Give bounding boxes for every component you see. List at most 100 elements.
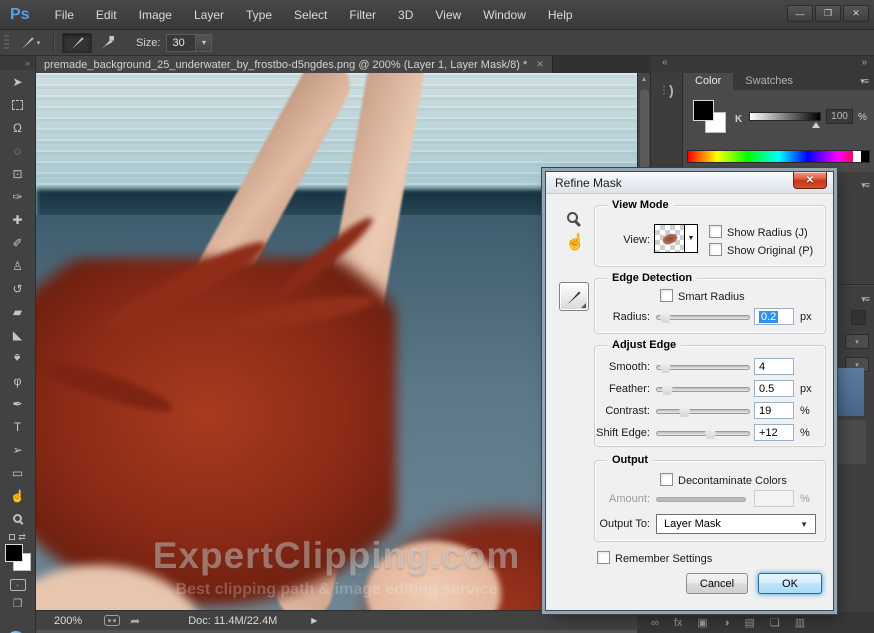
foreground-color-swatch[interactable] [5, 544, 23, 562]
status-flyout-icon[interactable]: ▶ [311, 616, 317, 625]
show-original-label[interactable]: Show Original (P) [727, 245, 813, 257]
delete-layer-icon[interactable]: ▥ [795, 616, 805, 629]
erase-refinements-tool-button[interactable] [92, 33, 122, 53]
clone-stamp-tool[interactable]: ♙ [0, 254, 35, 277]
feather-field[interactable]: 0.5 [754, 380, 794, 397]
brush-preset-picker[interactable]: ▾ [15, 33, 45, 53]
close-button[interactable]: ✕ [843, 5, 869, 22]
selected-layer-row[interactable] [834, 368, 864, 416]
tab-swatches[interactable]: Swatches [733, 73, 805, 90]
menu-item[interactable]: Layer [183, 0, 235, 30]
restore-button[interactable]: ❐ [815, 5, 841, 22]
show-original-checkbox[interactable] [709, 243, 722, 256]
quick-selection-tool[interactable]: ◌ [0, 139, 35, 162]
remember-settings-checkbox[interactable] [597, 551, 610, 564]
cancel-button[interactable]: Cancel [686, 573, 748, 594]
slider-thumb[interactable] [812, 122, 820, 128]
adjustment-layer-icon[interactable]: ◑ [723, 617, 730, 629]
panel-menu-icon[interactable]: ▾≡ [854, 74, 874, 90]
menu-item[interactable]: Window [472, 0, 537, 30]
output-to-dropdown[interactable]: Layer Mask ▼ [656, 514, 816, 534]
eyedropper-tool[interactable]: ✑ [0, 185, 35, 208]
close-icon[interactable]: ✕ [536, 59, 544, 70]
color-spectrum-ramp[interactable] [687, 150, 870, 163]
pen-tool[interactable]: ✒ [0, 392, 35, 415]
menu-item[interactable]: Type [235, 0, 283, 30]
tab-color[interactable]: Color [683, 73, 733, 90]
white-swatch[interactable] [853, 151, 861, 162]
screen-mode-button[interactable]: ❐ [0, 594, 35, 612]
hand-tool-icon[interactable]: ☝ [565, 232, 585, 252]
chevron-down-icon[interactable]: ▾ [196, 34, 212, 52]
show-radius-checkbox[interactable] [709, 225, 722, 238]
new-layer-icon[interactable]: ❏ [770, 616, 780, 629]
link-layers-icon[interactable]: ∞ [651, 617, 659, 629]
panel-button[interactable] [851, 310, 866, 325]
foreground-color-swatch[interactable] [693, 100, 714, 121]
collapse-panels-icon[interactable]: » [861, 57, 867, 68]
decontaminate-colors-checkbox[interactable] [660, 473, 673, 486]
quick-mask-button[interactable]: ◦ [0, 576, 35, 594]
feather-slider[interactable] [656, 387, 750, 392]
decontaminate-colors-label[interactable]: Decontaminate Colors [678, 475, 787, 487]
healing-brush-tool[interactable]: ✚ [0, 208, 35, 231]
view-mode-thumbnail[interactable] [654, 224, 685, 253]
menu-item[interactable]: View [424, 0, 472, 30]
menu-item[interactable]: 3D [387, 0, 424, 30]
dialog-close-button[interactable]: ✕ [793, 172, 827, 189]
add-mask-icon[interactable]: ▣ [697, 616, 707, 629]
swap-colors-control[interactable]: ⇄ [0, 530, 35, 544]
refine-radius-tool-button[interactable] [62, 33, 92, 53]
ok-button[interactable]: OK [758, 573, 822, 594]
minimize-button[interactable]: — [787, 5, 813, 22]
show-radius-label[interactable]: Show Radius (J) [727, 227, 808, 239]
rectangle-tool[interactable]: ▭ [0, 461, 35, 484]
panel-menu-icon[interactable]: ▾≡ [861, 180, 869, 191]
brush-size-value[interactable]: 30 [166, 34, 196, 52]
black-swatch[interactable] [861, 151, 869, 162]
contrast-slider[interactable] [656, 409, 750, 414]
shift-edge-field[interactable]: +12 [754, 424, 794, 441]
k-channel-value[interactable]: 100 [826, 109, 853, 124]
preview-icon[interactable] [104, 615, 120, 626]
panel-menu-icon[interactable]: ▾≡ [861, 294, 869, 305]
marquee-tool[interactable] [0, 93, 35, 116]
tools-collapse-arrow[interactable]: » [0, 56, 35, 70]
smooth-field[interactable]: 4 [754, 358, 794, 375]
menu-item[interactable]: Image [128, 0, 183, 30]
lasso-tool[interactable]: Ω [0, 116, 35, 139]
collapse-panels-icon[interactable]: « [662, 57, 668, 68]
layer-effects-icon[interactable]: fx [674, 617, 683, 629]
layer-group-icon[interactable]: ▤ [744, 616, 754, 629]
zoom-tool-icon[interactable] [567, 212, 578, 223]
radius-field[interactable]: 0.2 [754, 308, 794, 325]
brush-tool[interactable]: ✐ [0, 231, 35, 254]
layer-row[interactable] [834, 420, 866, 464]
dodge-tool[interactable]: φ [0, 369, 35, 392]
dialog-titlebar[interactable]: Refine Mask [546, 172, 833, 194]
refine-radius-brush-button[interactable] [559, 282, 589, 311]
radius-slider[interactable] [656, 315, 750, 320]
brush-size-dropdown[interactable]: 30 ▾ [166, 34, 212, 52]
paint-bucket-tool[interactable]: ◣ [0, 323, 35, 346]
hand-tool[interactable]: ☝ [0, 484, 35, 507]
history-brush-tool[interactable]: ↺ [0, 277, 35, 300]
eraser-tool[interactable]: ▰ [0, 300, 35, 323]
smart-radius-label[interactable]: Smart Radius [678, 291, 745, 303]
zoom-tool[interactable] [0, 507, 35, 530]
menu-item[interactable]: Select [283, 0, 338, 30]
k-channel-slider[interactable] [749, 112, 821, 121]
move-tool[interactable]: ➤ [0, 70, 35, 93]
document-tab[interactable]: premade_background_25_underwater_by_fros… [36, 56, 553, 73]
remember-settings-label[interactable]: Remember Settings [615, 553, 712, 565]
shift-edge-slider[interactable] [656, 431, 750, 436]
contrast-field[interactable]: 19 [754, 402, 794, 419]
menu-item[interactable]: Help [537, 0, 584, 30]
dropdown-button[interactable]: ▾ [845, 334, 869, 349]
type-tool[interactable]: T [0, 415, 35, 438]
menu-item[interactable]: File [44, 0, 85, 30]
clone-source-panel-icon[interactable]: ⋮ ) [659, 82, 674, 98]
view-mode-dropdown-arrow[interactable]: ▼ [685, 224, 698, 253]
menu-item[interactable]: Edit [85, 0, 128, 30]
zoom-level-field[interactable]: 200% [54, 615, 82, 627]
